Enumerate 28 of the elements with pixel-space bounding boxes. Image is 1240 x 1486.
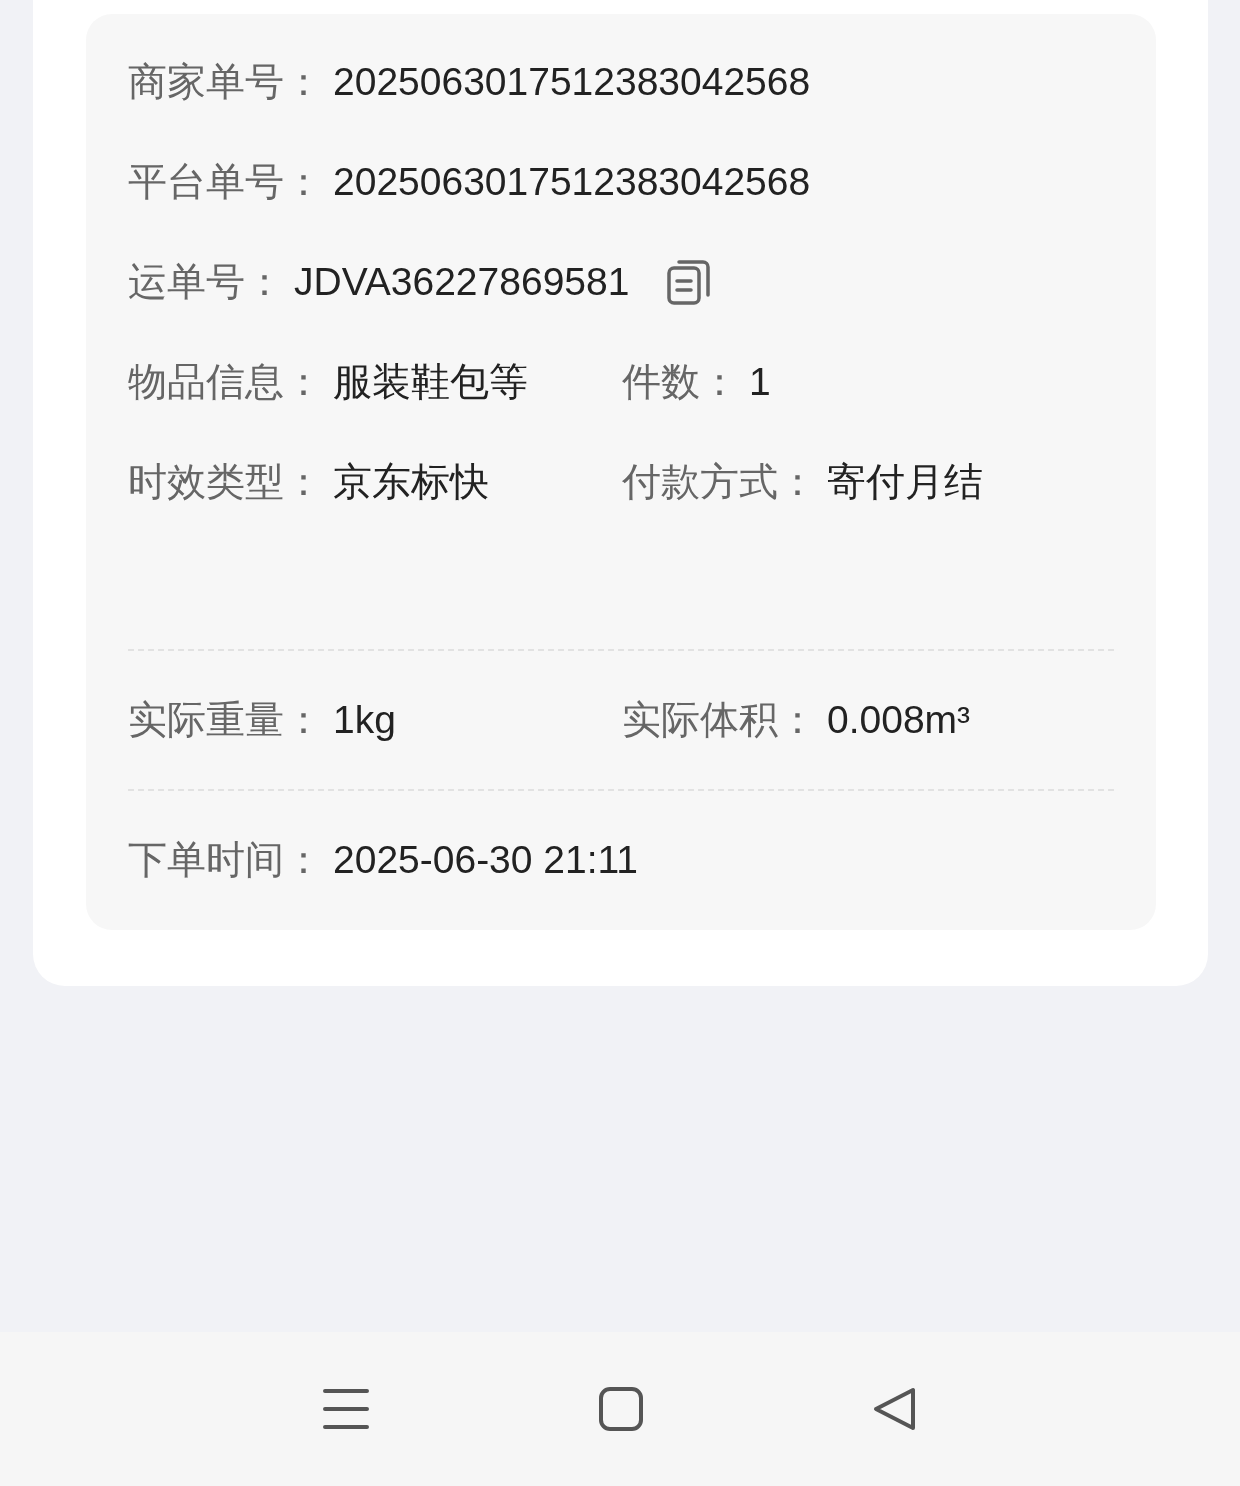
- field-value: JDVA36227869581: [294, 260, 630, 304]
- field-value: 1kg: [333, 698, 396, 742]
- field-label: 物品信息：: [128, 359, 323, 405]
- field-label: 付款方式：: [622, 459, 817, 505]
- field-value: 1: [749, 360, 771, 404]
- back-button[interactable]: [873, 1387, 917, 1431]
- back-icon: [873, 1387, 917, 1431]
- field-label: 下单时间：: [128, 837, 323, 883]
- field-value: 服装鞋包等: [333, 359, 528, 405]
- field-label: 时效类型：: [128, 459, 323, 505]
- field-label: 商家单号：: [128, 59, 323, 105]
- field-label: 件数：: [622, 359, 739, 405]
- field-value: 0.008m³: [827, 698, 971, 742]
- home-button[interactable]: [599, 1387, 643, 1431]
- field-value: 2025063017512383042568: [333, 160, 811, 204]
- menu-button[interactable]: [323, 1387, 369, 1431]
- field-value: 寄付月结: [827, 459, 983, 505]
- menu-icon: [323, 1387, 369, 1431]
- field-value: 京东标快: [333, 459, 489, 505]
- field-label: 运单号：: [128, 259, 284, 305]
- copy-button[interactable]: [667, 259, 712, 305]
- field-value: 2025063017512383042568: [333, 60, 811, 104]
- field-value: 2025-06-30 21:11: [333, 838, 639, 882]
- square-icon: [599, 1387, 643, 1431]
- field-label: 平台单号：: [128, 159, 323, 205]
- copy-icon: [667, 259, 712, 305]
- field-label: 实际重量：: [128, 697, 323, 743]
- field-label: 实际体积：: [622, 697, 817, 743]
